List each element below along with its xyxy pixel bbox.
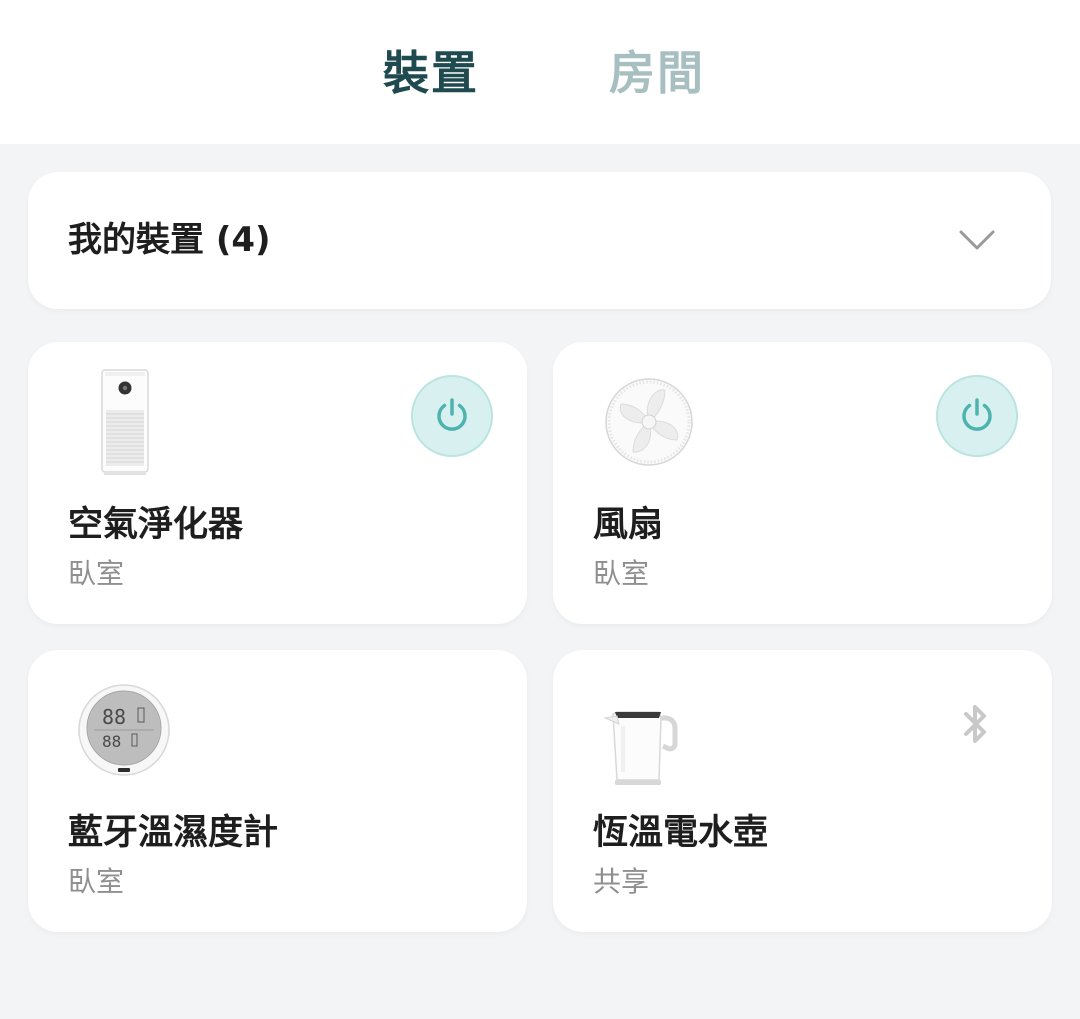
tab-rooms[interactable]: 房間 — [609, 44, 705, 102]
section-title: 我的裝置 (4) — [68, 220, 271, 260]
device-card-thermometer[interactable]: 88 88 藍牙溫濕度計 臥室 — [28, 650, 527, 932]
svg-text:88: 88 — [102, 705, 126, 729]
thermometer-hygrometer-image: 88 88 — [68, 674, 228, 786]
tab-devices[interactable]: 裝置 — [383, 44, 479, 102]
device-name: 風扇 — [593, 505, 664, 545]
device-card-kettle[interactable]: 恆溫電水壺 共享 — [553, 650, 1052, 932]
device-name: 恆溫電水壺 — [593, 813, 769, 853]
device-room: 臥室 — [593, 557, 650, 590]
device-name: 藍牙溫濕度計 — [68, 813, 279, 853]
chevron-down-icon[interactable] — [959, 222, 995, 258]
device-room: 臥室 — [68, 865, 125, 898]
bluetooth-icon — [956, 700, 996, 748]
device-name: 空氣淨化器 — [68, 505, 244, 545]
device-card-air-purifier[interactable]: 空氣淨化器 臥室 — [28, 342, 527, 624]
device-room: 共享 — [593, 865, 650, 898]
air-purifier-image — [68, 366, 228, 478]
device-card-fan[interactable]: 風扇 臥室 — [553, 342, 1052, 624]
top-tab-bar: 裝置 房間 — [0, 0, 1080, 144]
power-button[interactable] — [411, 375, 493, 457]
power-icon — [437, 398, 467, 431]
fan-image — [593, 366, 753, 478]
power-button[interactable] — [936, 375, 1018, 457]
power-icon — [962, 398, 992, 431]
svg-text:88: 88 — [102, 732, 121, 751]
device-room: 臥室 — [68, 557, 125, 590]
my-devices-section[interactable]: 我的裝置 (4) — [28, 172, 1051, 309]
kettle-image — [593, 674, 753, 786]
